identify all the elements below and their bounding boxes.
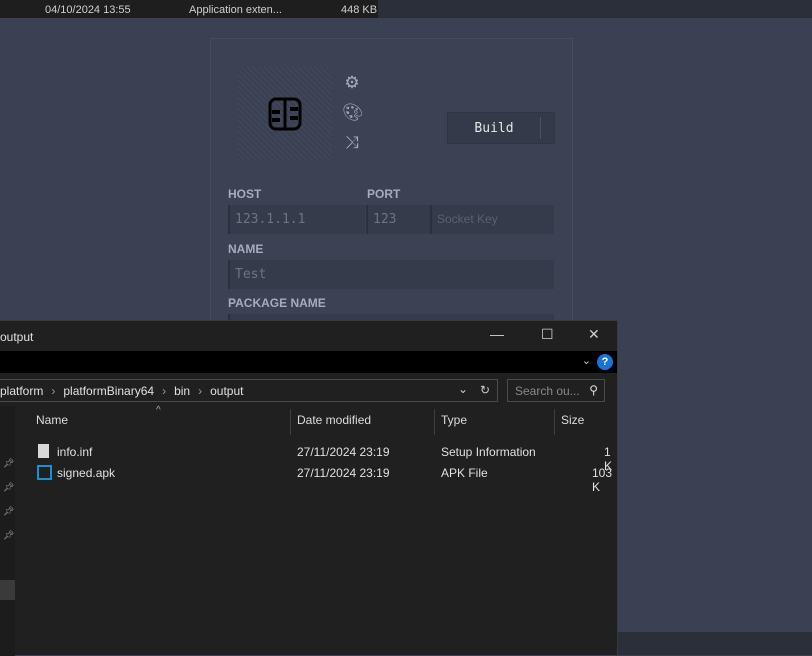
- pin-icon[interactable]: 📌︎: [3, 506, 14, 517]
- column-date[interactable]: Date modified: [297, 413, 371, 427]
- column-divider[interactable]: [290, 409, 291, 435]
- shuffle-icon[interactable]: ⤨: [342, 133, 362, 153]
- chevron-down-icon[interactable]: ⌄: [582, 354, 591, 367]
- package-name-label: PACKAGE NAME: [228, 296, 326, 310]
- file-size: 103 K: [592, 466, 613, 494]
- chevron-right-icon: ›: [51, 384, 56, 398]
- file-type: Setup Information: [441, 445, 536, 459]
- gear-icon[interactable]: ⚙: [342, 73, 362, 93]
- taskbar-strip: [618, 632, 812, 655]
- build-button[interactable]: Build: [447, 112, 555, 144]
- file-size: 448 KB: [341, 4, 378, 16]
- palette-icon[interactable]: 🎨︎: [342, 103, 364, 123]
- address-dropdown-icon[interactable]: ⌄: [458, 382, 468, 396]
- title-bar[interactable]: output — ☐ ✕: [0, 321, 617, 351]
- build-dropdown-divider: [540, 117, 541, 139]
- column-name[interactable]: Name: [36, 413, 68, 427]
- file-type: Application exten...: [189, 4, 282, 16]
- file-name: signed.apk: [57, 466, 116, 480]
- ribbon: ⌄ ?: [0, 351, 617, 373]
- search-input[interactable]: Search ou... ⚲: [507, 379, 605, 402]
- help-icon[interactable]: ?: [597, 354, 613, 370]
- name-input[interactable]: Test: [228, 260, 554, 289]
- column-type[interactable]: Type: [441, 413, 467, 427]
- builder-panel: ⚙ 🎨︎ ⤨ Build HOST PORT 123.1.1.1 123 Soc…: [210, 38, 573, 343]
- app-icon-picker[interactable]: [238, 67, 332, 161]
- column-divider[interactable]: [434, 409, 435, 435]
- build-label: Build: [474, 120, 514, 136]
- settings-file-icon: [38, 444, 49, 458]
- chevron-right-icon: ›: [198, 384, 203, 398]
- chevron-right-icon: ›: [162, 384, 167, 398]
- breadcrumb-item[interactable]: output: [210, 384, 243, 401]
- file-explorer-window: output — ☐ ✕ ⌄ ? platform › platformBinar…: [0, 320, 618, 656]
- background-window-strip: [378, 0, 812, 18]
- file-date: 04/10/2024 13:55: [45, 4, 131, 16]
- refresh-icon[interactable]: ↻: [480, 383, 490, 397]
- maximize-icon[interactable]: ☐: [541, 326, 554, 343]
- host-input[interactable]: 123.1.1.1: [228, 205, 365, 234]
- socket-key-input[interactable]: Socket Key: [430, 205, 554, 234]
- background-file-row[interactable]: 04/10/2024 13:55 Application exten... 44…: [0, 0, 378, 18]
- file-date: 27/11/2024 23:19: [297, 466, 390, 480]
- breadcrumb-item[interactable]: platform: [0, 384, 43, 401]
- window-title: output: [0, 330, 34, 344]
- port-input[interactable]: 123: [366, 205, 430, 234]
- file-name: info.inf: [57, 445, 93, 459]
- file-row[interactable]: info.inf 27/11/2024 23:19 Setup Informat…: [0, 442, 617, 473]
- file-date: 27/11/2024 23:19: [297, 445, 390, 459]
- search-placeholder: Search ou...: [515, 384, 580, 398]
- app-icon: [268, 97, 302, 131]
- file-type: APK File: [441, 466, 488, 480]
- minimize-icon[interactable]: —: [490, 326, 504, 342]
- close-icon[interactable]: ✕: [588, 326, 600, 343]
- pin-icon[interactable]: 📌︎: [3, 530, 14, 541]
- nav-selected-item[interactable]: [0, 580, 15, 600]
- pin-icon[interactable]: 📌︎: [3, 482, 14, 493]
- breadcrumb-item[interactable]: platformBinary64: [63, 384, 154, 401]
- file-row[interactable]: signed.apk 27/11/2024 23:19 APK File 103…: [0, 463, 617, 494]
- search-icon: ⚲: [589, 383, 598, 397]
- address-bar[interactable]: platform › platformBinary64 › bin › output …: [0, 379, 498, 402]
- apk-file-icon: [37, 465, 52, 480]
- sort-up-icon: ^: [156, 405, 161, 416]
- column-size[interactable]: Size: [561, 413, 584, 427]
- breadcrumb-item[interactable]: bin: [174, 384, 190, 401]
- column-divider[interactable]: [554, 409, 555, 435]
- port-label: PORT: [367, 187, 401, 201]
- name-label: NAME: [228, 242, 264, 256]
- host-label: HOST: [228, 187, 262, 201]
